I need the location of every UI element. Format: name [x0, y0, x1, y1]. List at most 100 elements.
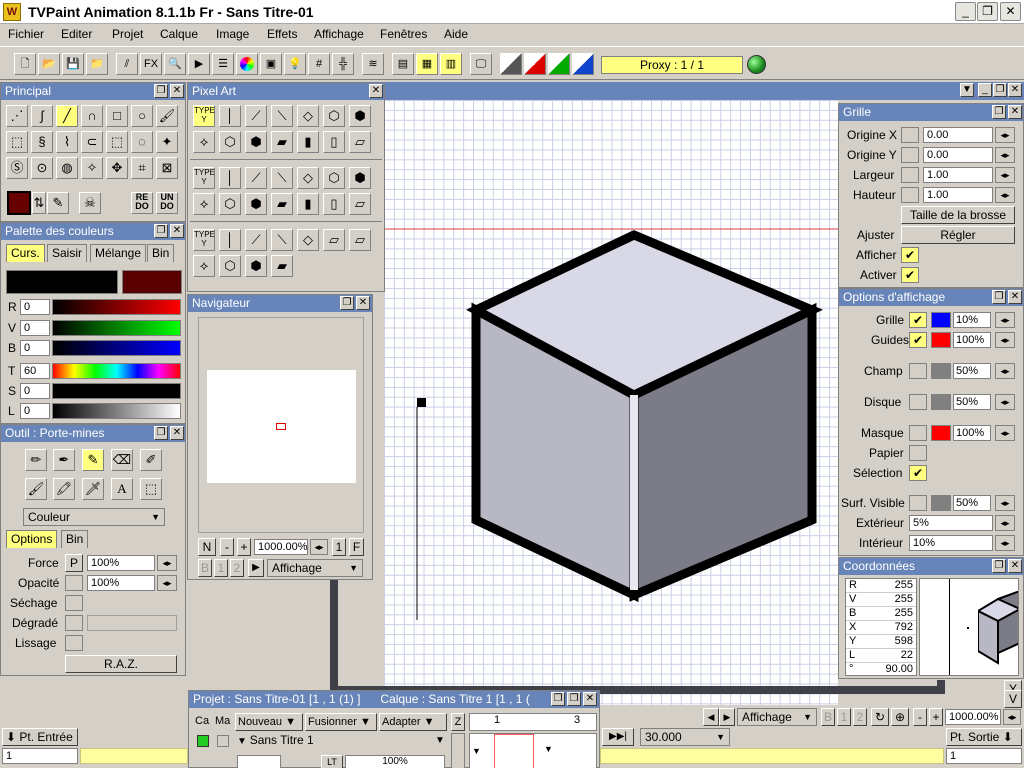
- afficher-checkbox[interactable]: ✔: [901, 247, 919, 263]
- pixel3-cube-cross-icon[interactable]: ⟡: [193, 255, 215, 277]
- select-brush-icon[interactable]: ⊙: [31, 157, 53, 179]
- disp-guides-checkbox[interactable]: ✔: [909, 332, 927, 348]
- wb-color-icon[interactable]: [500, 53, 522, 75]
- pixel-cube-wire-icon[interactable]: ⬢: [349, 105, 371, 127]
- display-close-icon[interactable]: ✕: [1008, 290, 1022, 304]
- nav-zoom-out-button[interactable]: -: [220, 538, 234, 556]
- stack-icon[interactable]: ≋: [362, 53, 384, 75]
- navigator-viewport-marker[interactable]: [276, 423, 286, 430]
- scroll-v-button[interactable]: V: [1004, 690, 1022, 708]
- menu-effets[interactable]: Effets: [267, 27, 297, 41]
- degrade-toggle[interactable]: [65, 615, 83, 631]
- select-freehand-icon[interactable]: ⬚: [6, 131, 28, 153]
- nav-fit-button[interactable]: F: [349, 538, 364, 556]
- hauteur-toggle[interactable]: [901, 187, 919, 203]
- new-file-icon[interactable]: 🗋: [14, 53, 36, 75]
- freehand-line-icon[interactable]: ∫: [31, 105, 53, 127]
- crop-tool-icon[interactable]: ⌗: [131, 157, 153, 179]
- menu-fenetres[interactable]: Fenêtres: [380, 27, 427, 41]
- undo-button[interactable]: UN DO: [156, 192, 178, 214]
- menu-affichage[interactable]: Affichage: [314, 27, 364, 41]
- hauteur-value[interactable]: 1.00: [923, 187, 993, 203]
- disp-champ-checkbox[interactable]: [909, 363, 927, 379]
- slider-r-value[interactable]: 0: [20, 299, 50, 315]
- fps-select[interactable]: 30.000 ▼: [640, 728, 730, 746]
- origine-x-value[interactable]: 0.00: [923, 127, 993, 143]
- pixel-type-1-button[interactable]: TYPE Y: [193, 105, 215, 127]
- grid-icon[interactable]: #: [308, 53, 330, 75]
- slider-l-value[interactable]: 0: [20, 403, 50, 419]
- pixel2-cube-cross-icon[interactable]: ⟡: [193, 193, 215, 215]
- disp-papier-checkbox[interactable]: [909, 445, 927, 461]
- pixel2-wall-left-icon[interactable]: ▮: [297, 193, 319, 215]
- tab-tool-bin[interactable]: Bin: [61, 530, 89, 548]
- menu-calque[interactable]: Calque: [160, 27, 198, 41]
- nav-2-button[interactable]: 2: [230, 559, 244, 577]
- nav-play-icon[interactable]: ▶: [248, 559, 264, 577]
- disp-exterieur-value[interactable]: 5%: [909, 515, 993, 531]
- tool-restore-icon[interactable]: ❐: [154, 426, 168, 440]
- grid-toggle-icon[interactable]: ▦: [416, 53, 438, 75]
- pixel3-cube-solid-icon[interactable]: ⬢: [245, 255, 267, 277]
- pixel-cube-cross-icon[interactable]: ⟡: [193, 131, 215, 153]
- disp-selection-checkbox[interactable]: ✔: [909, 465, 927, 481]
- disp-champ-pct[interactable]: 50%: [953, 363, 991, 379]
- warp-tool-icon[interactable]: ⊠: [156, 157, 178, 179]
- pixel3-slope-up-icon[interactable]: ⟋: [245, 229, 267, 251]
- pixel2-cube-open-icon[interactable]: ⬡: [219, 193, 241, 215]
- lissage-toggle[interactable]: [65, 635, 83, 651]
- disp-grille-stepper-icon[interactable]: ◂▸: [995, 312, 1015, 328]
- layer-timeline[interactable]: ▼ ▼: [469, 733, 597, 768]
- pt-sortie-button[interactable]: Pt. Sortie ⬇: [946, 728, 1022, 746]
- project-close-icon[interactable]: ✕: [583, 692, 597, 706]
- pixel-wall-left-icon[interactable]: ▮: [297, 131, 319, 153]
- current-color-icon[interactable]: [7, 191, 31, 215]
- airbrush-icon[interactable]: ✐: [140, 449, 162, 471]
- slider-t[interactable]: [52, 363, 181, 379]
- layer-opacity-field[interactable]: [237, 755, 281, 768]
- canvas-zoom-out-button[interactable]: -: [913, 708, 927, 726]
- palette-close-icon[interactable]: ✕: [170, 224, 184, 238]
- disp-guides-pct[interactable]: 100%: [953, 332, 991, 348]
- frame-cell-1[interactable]: [494, 734, 534, 768]
- fusionner-dropdown[interactable]: Fusionner ▼: [305, 713, 377, 731]
- clear-skull-icon[interactable]: ☠: [79, 192, 101, 214]
- disp-champ-color[interactable]: [931, 363, 951, 379]
- coords-close-icon[interactable]: ✕: [1008, 559, 1022, 573]
- select-spline-icon[interactable]: ⊂: [81, 131, 103, 153]
- origine-x-stepper-icon[interactable]: ◂▸: [995, 127, 1015, 143]
- frame-ruler[interactable]: 13: [469, 713, 597, 731]
- menu-image[interactable]: Image: [216, 27, 249, 41]
- disp-masque-stepper-icon[interactable]: ◂▸: [995, 425, 1015, 441]
- nouveau-dropdown[interactable]: Nouveau ▼: [235, 713, 303, 731]
- disp-surf-stepper-icon[interactable]: ◂▸: [995, 495, 1015, 511]
- monitor-icon[interactable]: 🖵: [470, 53, 492, 75]
- layer-chevron-down-icon[interactable]: ▼: [435, 735, 445, 746]
- disp-masque-checkbox[interactable]: [909, 425, 927, 441]
- slider-s-value[interactable]: 0: [20, 383, 50, 399]
- pixel3-slope-down-icon[interactable]: ⟍: [271, 229, 293, 251]
- disp-champ-stepper-icon[interactable]: ◂▸: [995, 363, 1015, 379]
- zoom-icon[interactable]: 🔍: [164, 53, 186, 75]
- pixel3-flat-icon[interactable]: ▱: [323, 229, 345, 251]
- origine-y-stepper-icon[interactable]: ◂▸: [995, 147, 1015, 163]
- frame-dropdown-icon[interactable]: ▼: [544, 744, 553, 754]
- pixel-type-2-button[interactable]: TYPE Y: [193, 167, 215, 189]
- navigator-preview[interactable]: [198, 317, 364, 533]
- activer-checkbox[interactable]: ✔: [901, 267, 919, 283]
- guides-icon[interactable]: ╬: [332, 53, 354, 75]
- rotate-icon[interactable]: ↻: [871, 708, 889, 726]
- open-folder-icon[interactable]: 📂: [38, 53, 60, 75]
- canvas-display-select[interactable]: Affichage ▼: [737, 708, 817, 726]
- disp-interieur-value[interactable]: 10%: [909, 535, 993, 551]
- canvas-zoom-value[interactable]: 1000.00%: [945, 709, 1001, 725]
- pixel3-flat-alt-icon[interactable]: ▱: [349, 229, 371, 251]
- scroll-left-icon[interactable]: ◀: [703, 708, 719, 726]
- pixel-rhombus-icon[interactable]: ◇: [297, 105, 319, 127]
- select-color-icon[interactable]: Ⓢ: [6, 157, 28, 179]
- z-button[interactable]: Z: [451, 713, 465, 731]
- select-ellipse-icon[interactable]: ◌: [131, 131, 153, 153]
- disp-masque-pct[interactable]: 100%: [953, 425, 991, 441]
- drawing-canvas[interactable]: [384, 100, 838, 705]
- largeur-toggle[interactable]: [901, 167, 919, 183]
